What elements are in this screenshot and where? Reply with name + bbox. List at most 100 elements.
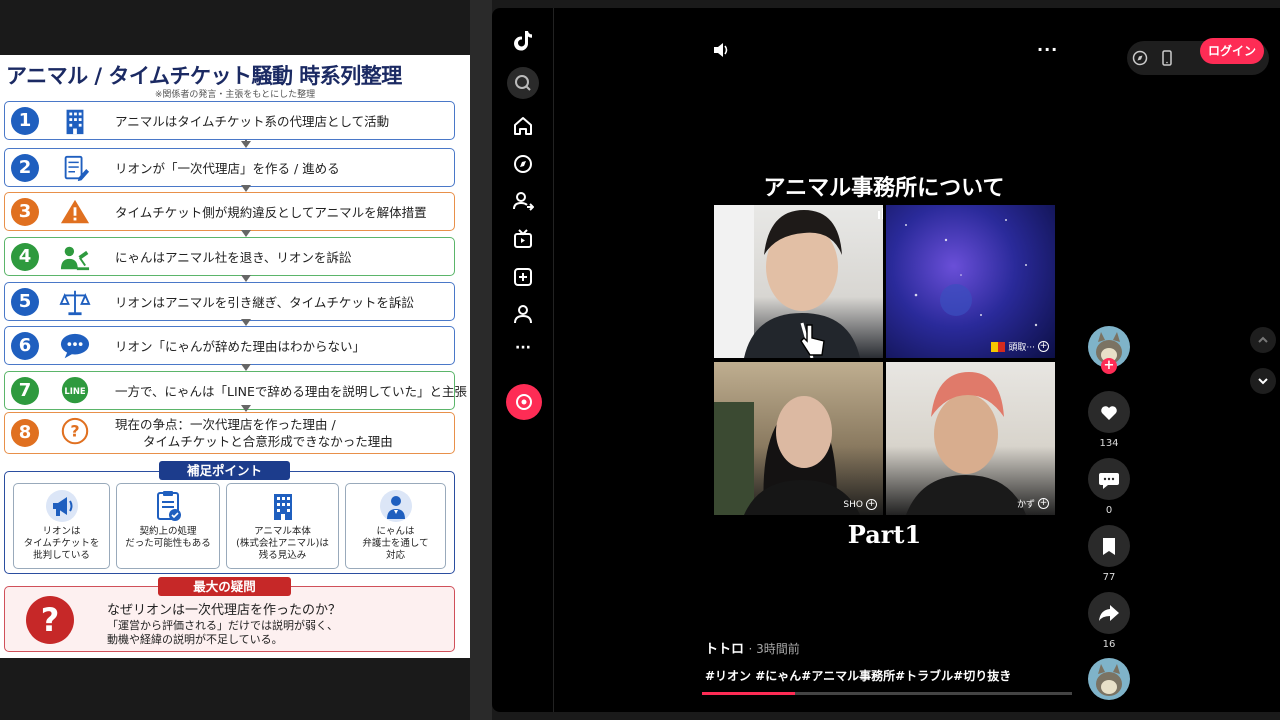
timeline-arrow	[241, 141, 251, 148]
post-time: · 3時間前	[748, 642, 800, 656]
step-number: 5	[11, 287, 39, 316]
building-icon	[273, 494, 292, 520]
author-name[interactable]: トトロ	[705, 642, 744, 657]
video-frame[interactable]: 頭取··· + SHO + かず +	[714, 205, 1055, 515]
timeline-arrow	[241, 275, 251, 282]
question-icon: ?	[61, 417, 89, 445]
tile-label-2: 頭取··· +	[991, 340, 1049, 353]
biggest-question-note: 「運営から評価される」だけでは説明が弱く、 動機や経緯の説明が不足している。	[107, 619, 338, 646]
timeline-arrow	[241, 364, 251, 371]
video-options-icon[interactable]: ···	[1037, 40, 1058, 59]
search-icon	[515, 75, 531, 91]
like-action[interactable]: 134	[1088, 391, 1130, 449]
step-number: 8	[11, 419, 39, 447]
upload-icon[interactable]	[512, 266, 534, 288]
space-background-image	[905, 219, 1038, 327]
scales-icon	[59, 290, 91, 316]
share-icon	[1099, 605, 1119, 621]
profile-icon[interactable]	[512, 303, 534, 325]
more-icon[interactable]: ···	[512, 340, 534, 362]
supplement-text-1: リオンは タイムチケットを 批判している	[23, 526, 100, 561]
share-button[interactable]	[1088, 592, 1130, 634]
music-disc-avatar[interactable]	[1088, 658, 1130, 700]
save-action[interactable]: 77	[1088, 525, 1130, 583]
video-tile-4: かず +	[886, 362, 1055, 515]
tiktok-sidebar: ···	[492, 8, 554, 712]
live-icon[interactable]	[512, 228, 534, 250]
explore-icon[interactable]	[512, 153, 534, 175]
supplement-card-2: 契約上の処理 だった可能性もある	[116, 483, 220, 569]
chevron-up-icon	[1258, 336, 1268, 343]
tiktok-logo-icon[interactable]	[511, 28, 535, 52]
supplement-label: 補足ポイント	[159, 461, 290, 480]
video-tile-1	[714, 205, 883, 358]
step-text: リオンが「一次代理店」を作る / 進める	[115, 160, 340, 176]
tile-label-3: SHO +	[843, 499, 877, 510]
like-button[interactable]	[1088, 391, 1130, 433]
speech-bubble-icon	[60, 333, 90, 359]
follow-plus-button[interactable]: +	[1101, 358, 1117, 374]
bookmark-icon	[1103, 538, 1115, 555]
comment-button[interactable]	[1088, 458, 1130, 500]
question-mark-icon: ?	[26, 596, 74, 644]
timeline-arrow	[241, 405, 251, 412]
creator-avatar[interactable]: +	[1088, 326, 1130, 374]
prev-video-button[interactable]	[1250, 327, 1276, 353]
svg-text:LINE: LINE	[64, 386, 86, 396]
hashtags[interactable]: #リオン #にゃん#アニマル事務所#トラブル#切り抜き	[705, 667, 1011, 684]
save-button[interactable]	[1088, 525, 1130, 567]
timeline-step-8: 8? 現在の争点：一次代理店を作った理由 / タイムチケットと合意形成できなかった理…	[4, 412, 455, 454]
timeline-step-6: 6 リオン「にゃんが辞めた理由はわからない」	[4, 326, 455, 365]
search-button[interactable]	[507, 67, 539, 99]
person-gavel-icon	[60, 246, 90, 271]
screen: アニマル / タイムチケット騒動 時系列整理 ※関係者の発言・主張をもとにした整…	[0, 0, 1280, 720]
video-progress-fill	[702, 692, 795, 695]
window-divider	[470, 0, 492, 720]
step-text: 現在の争点：一次代理店を作った理由 / タイムチケットと合意形成できなかった理由	[115, 413, 393, 452]
step-text: 一方で、にゃんは「LINEで辞める理由を説明していた」と主張	[115, 383, 468, 399]
part-label: Part1	[847, 520, 922, 549]
video-progress-bar[interactable]	[702, 692, 1072, 695]
step-number: 4	[11, 242, 39, 271]
volume-icon[interactable]	[711, 40, 731, 60]
step-text: にゃんはアニマル社を退き、リオンを訴訟	[115, 249, 352, 265]
video-tile-2: 頭取··· +	[886, 205, 1055, 358]
step-text: リオンはアニマルを引き継ぎ、タイムチケットを訴訟	[115, 294, 414, 310]
step-number: 1	[11, 106, 39, 135]
next-video-button[interactable]	[1250, 368, 1276, 394]
hand-cursor-icon	[800, 324, 825, 356]
supplement-card-3: アニマル本体 (株式会社アニマル)は 残る見込み	[226, 483, 339, 569]
step-number: 6	[11, 331, 39, 360]
person-4-image	[906, 372, 1026, 515]
tile-label-4: かず +	[1016, 498, 1049, 510]
timeline-step-4: 4 にゃんはアニマル社を退き、リオンを訴訟	[4, 237, 455, 276]
infographic-subtitle: ※関係者の発言・主張をもとにした整理	[154, 90, 316, 100]
step-number: 3	[11, 197, 39, 226]
tiktok-window: ··· ··· ログイン アニマル事務所について 頭取··· + SHO + か…	[492, 8, 1280, 712]
svg-text:?: ?	[41, 601, 60, 639]
timeline-step-3: 3 タイムチケット側が規約違反としてアニマルを解体措置	[4, 192, 455, 231]
comment-action[interactable]: 0	[1088, 458, 1130, 516]
timeline-arrow	[241, 185, 251, 192]
music-disc[interactable]	[1088, 658, 1130, 700]
flag-icon	[991, 341, 1006, 352]
heart-icon	[1101, 406, 1117, 420]
login-button[interactable]: ログイン	[1200, 38, 1264, 64]
video-title-overlay: アニマル事務所について	[763, 175, 1005, 201]
home-icon[interactable]	[512, 115, 534, 137]
step-text: アニマルはタイムチケット系の代理店として活動	[115, 113, 390, 129]
chevron-down-icon	[1258, 378, 1268, 385]
warning-icon	[60, 199, 90, 224]
live-button[interactable]	[506, 384, 542, 420]
timeline-step-2: 2 リオンが「一次代理店」を作る / 進める	[4, 148, 455, 187]
timeline-step-5: 5 リオンはアニマルを引き継ぎ、タイムチケットを訴訟	[4, 282, 455, 321]
timeline-step-1: 1 アニマルはタイムチケット系の代理店として活動	[4, 101, 455, 140]
explore-small-icon[interactable]	[1131, 49, 1149, 67]
timeline-arrow	[241, 319, 251, 326]
mobile-app-icon[interactable]	[1158, 49, 1176, 67]
document-pen-icon	[64, 155, 90, 182]
following-icon[interactable]	[512, 190, 534, 212]
share-action[interactable]: 16	[1088, 592, 1130, 650]
video-tile-3: SHO +	[714, 362, 883, 515]
building-icon	[66, 109, 84, 135]
